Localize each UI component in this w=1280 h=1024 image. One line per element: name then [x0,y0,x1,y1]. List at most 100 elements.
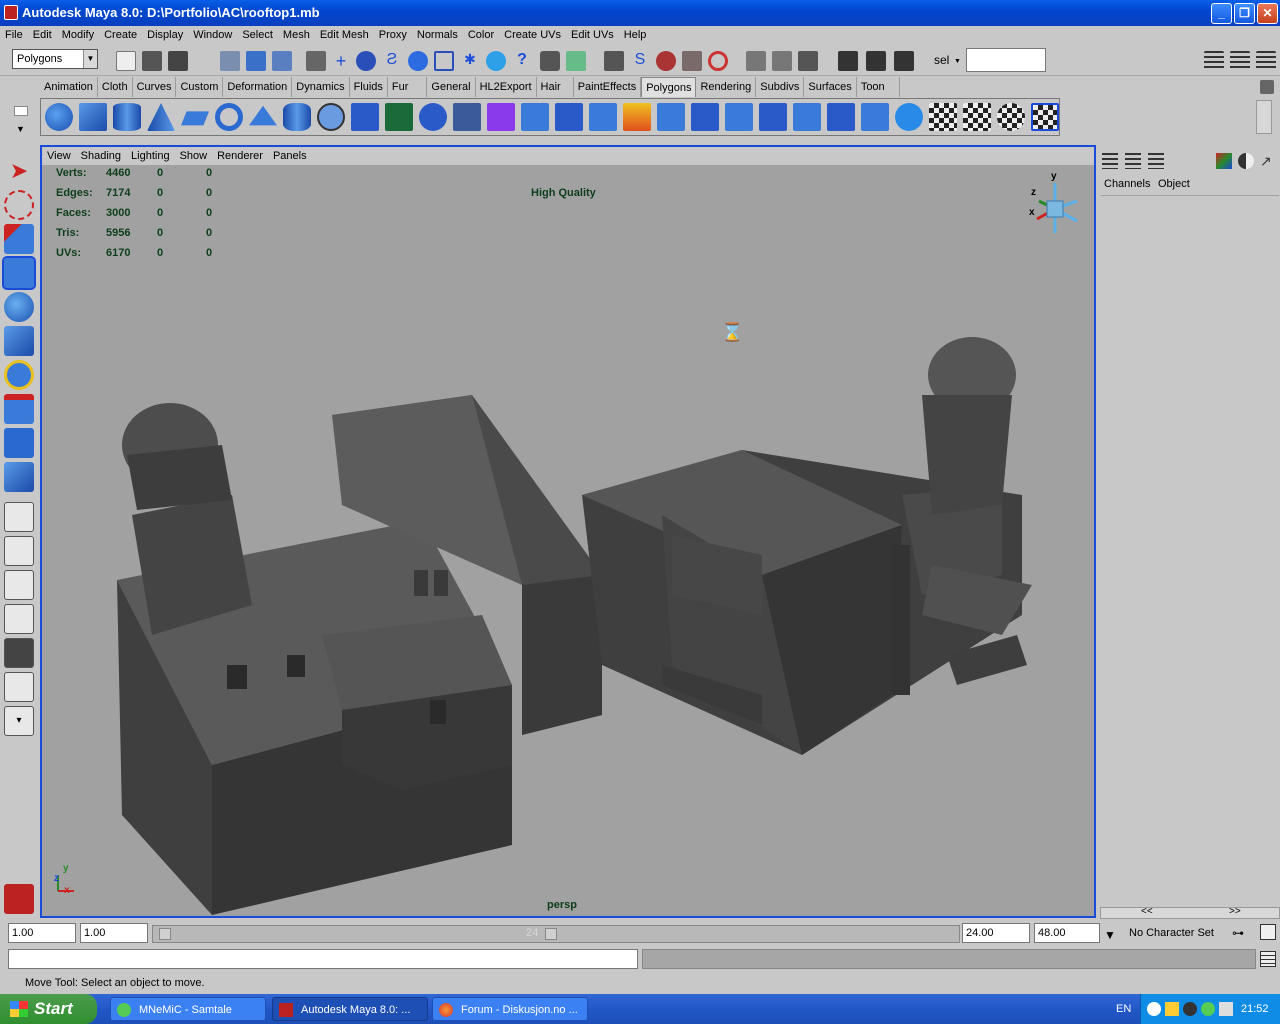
shelf-menu[interactable]: ▼ [10,104,32,136]
taskbar-item-messenger[interactable]: MNeMiC - Samtale [110,997,266,1021]
split-polygon-icon[interactable] [555,103,583,131]
menu-select[interactable]: Select [237,26,278,44]
poly-cone-icon[interactable] [147,103,175,131]
layout-persp-outliner-icon[interactable] [4,570,34,600]
menu-window[interactable]: Window [188,26,237,44]
tab-hl2export[interactable]: HL2Export [476,77,537,97]
tab-dynamics[interactable]: Dynamics [292,77,350,97]
render-icon[interactable] [486,51,506,71]
menu-mesh[interactable]: Mesh [278,26,315,44]
tab-fluids[interactable]: Fluids [350,77,388,97]
sculpt-icon[interactable] [682,51,702,71]
save-scene-icon[interactable] [168,51,188,71]
maya-app-icon[interactable] [4,5,18,20]
layout-single-perspective-icon[interactable] [4,502,34,532]
append-polygon-icon[interactable] [623,103,651,131]
render-view-icon[interactable] [566,51,586,71]
lasso-tool-icon[interactable] [4,190,34,220]
menu-edit-mesh[interactable]: Edit Mesh [315,26,374,44]
channel-layer-icon[interactable] [1148,153,1164,169]
paint-select-tool-icon[interactable] [4,224,34,254]
menu-modify[interactable]: Modify [57,26,99,44]
script-editor-icon[interactable] [1260,951,1276,967]
poly-pipe-icon[interactable] [283,103,311,131]
range-slider-left-handle[interactable] [159,928,171,940]
range-slider[interactable]: 24 [152,925,960,943]
taskbar-item-maya[interactable]: Autodesk Maya 8.0: ... [272,997,428,1021]
history-icon[interactable]: ✱ [460,51,480,71]
select-hierarchy-icon[interactable] [220,51,240,71]
tab-curves[interactable]: Curves [133,77,177,97]
channel-box-scrollbar[interactable]: << >> [1100,906,1280,919]
panel-menu-shading[interactable]: Shading [76,147,126,165]
attribute-editor-icon[interactable] [1204,51,1224,71]
tab-painteffects[interactable]: PaintEffects [574,77,642,97]
channel-list[interactable] [1101,195,1279,907]
layout-persp-graph-icon[interactable] [4,604,34,634]
chevron-down-icon[interactable]: ▼ [83,50,97,68]
end-time-field[interactable]: 48.00 [1034,923,1100,943]
new-scene-icon[interactable] [116,51,136,71]
menu-normals[interactable]: Normals [412,26,463,44]
smooth-icon[interactable] [419,103,447,131]
snap-toggle-icon[interactable] [306,51,326,71]
chamfer-icon[interactable] [827,103,855,131]
snap-grid-icon[interactable]: + [331,51,351,71]
extract-icon[interactable] [385,103,413,131]
separate-icon[interactable] [351,103,379,131]
character-set-dropdown-icon[interactable]: ▼ [1104,928,1116,942]
snap-view-plane-icon[interactable] [408,51,428,71]
show-manipulator-icon[interactable] [4,428,34,458]
tab-animation[interactable]: Animation [40,77,98,97]
output-icon[interactable] [772,51,792,71]
poly-sphere-icon[interactable] [45,103,73,131]
key-icon[interactable]: ⊶ [1232,926,1254,940]
merge-vertices-icon[interactable] [725,103,753,131]
trash-icon[interactable] [1260,80,1274,94]
menu-edit[interactable]: Edit [28,26,57,44]
bevel-icon[interactable] [793,103,821,131]
tab-hair[interactable]: Hair [537,77,574,97]
menu-display[interactable]: Display [142,26,188,44]
menu-help[interactable]: Help [619,26,652,44]
grid-toggle-icon[interactable] [604,51,624,71]
tray-messenger-icon[interactable] [1201,1002,1215,1016]
extrude-icon[interactable] [521,103,549,131]
poly-plane-icon[interactable] [181,111,209,126]
universal-manipulator-icon[interactable] [4,360,34,390]
tray-steam-icon[interactable] [1183,1002,1197,1016]
menu-set-selector[interactable]: Polygons ▼ [12,49,98,69]
menu-edit-uvs[interactable]: Edit UVs [566,26,619,44]
make-live-icon[interactable] [434,51,454,71]
tab-subdivs[interactable]: Subdivs [756,77,805,97]
tab-deformation[interactable]: Deformation [223,77,293,97]
tab-polygons[interactable]: Polygons [641,77,697,97]
poly-cube-icon[interactable] [79,103,107,131]
tray-volume-icon[interactable] [1219,1002,1233,1016]
language-indicator[interactable]: EN [1116,994,1131,1024]
help-icon[interactable]: ? [512,51,532,71]
spherical-mapping-icon[interactable] [997,103,1025,131]
layer-editor-icon[interactable] [1125,153,1141,169]
shelf-dropdown-icon[interactable]: ▼ [16,124,25,134]
taskbar-item-firefox[interactable]: Forum - Diskusjon.no ... [432,997,588,1021]
layout-menu-icon[interactable]: ▾ [4,706,34,736]
menu-create-uvs[interactable]: Create UVs [499,26,566,44]
tray-app-icon-1[interactable] [1165,1002,1179,1016]
tray-chevron-icon[interactable] [1147,1002,1161,1016]
clapboard-icon[interactable] [838,51,858,71]
layout-four-view-icon[interactable] [4,536,34,566]
tab-custom[interactable]: Custom [176,77,224,97]
input-icon[interactable] [746,51,766,71]
panel-menu-view[interactable]: View [42,147,76,165]
character-set-field[interactable]: No Character Set [1126,923,1226,943]
loop-icon[interactable] [708,51,728,71]
channel-box-icon[interactable] [1102,153,1118,169]
menu-create[interactable]: Create [99,26,142,44]
tab-toon[interactable]: Toon [857,77,900,97]
channel-box-toggle-icon[interactable] [1256,51,1276,71]
tab-rendering[interactable]: Rendering [696,77,757,97]
tab-general[interactable]: General [427,77,476,97]
menu-proxy[interactable]: Proxy [374,26,412,44]
boolean-icon[interactable] [453,103,481,131]
